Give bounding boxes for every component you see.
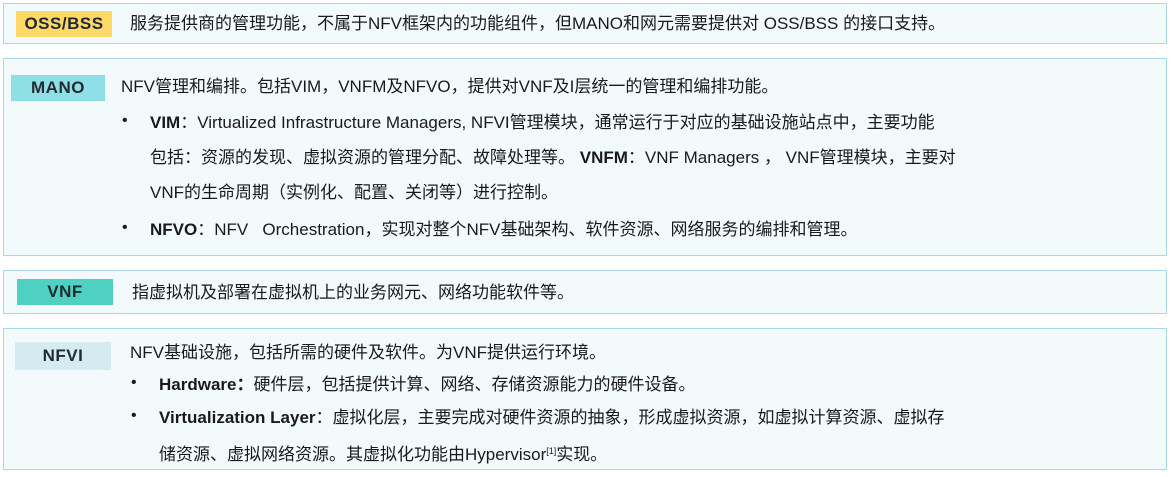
bullet-vim: • [122, 112, 128, 129]
virtualization-text-2a: 储资源、虚拟网络资源。其虚拟化功能由Hypervisor [159, 445, 547, 464]
mano-description: NFV管理和编排。包括VIM，VNFM及NFVO，提供对VNF及I层统一的管理和… [121, 77, 779, 96]
mano-box: MANO NFV管理和编排。包括VIM，VNFM及NFVO，提供对VNF及I层统… [3, 58, 1167, 256]
oss-bss-tag: OSS/BSS [16, 11, 112, 37]
nfvi-tag: NFVI [15, 342, 111, 370]
nfvi-description: NFV基础设施，包括所需的硬件及软件。为VNF提供运行环境。 [130, 343, 606, 362]
vim-text-2a: 包括：资源的发现、虚拟资源的管理分配、故障处理等。 [150, 148, 575, 167]
mano-tag: MANO [11, 75, 105, 101]
oss-bss-description: 服务提供商的管理功能，不属于NFV框架内的功能组件，但MANO和网元需要提供对 … [130, 14, 946, 33]
vnf-description: 指虚拟机及部署在虚拟机上的业务网元、网络功能软件等。 [132, 283, 574, 302]
vim-line-1: VIM：Virtualized Infrastructure Managers,… [150, 113, 935, 133]
virtualization-term: Virtualization Layer [159, 408, 316, 427]
nfvo-term: NFVO [150, 220, 198, 239]
hardware-term: Hardware： [159, 375, 254, 394]
vim-term: VIM [150, 113, 181, 132]
virtualization-line-1: Virtualization Layer：虚拟化层，主要完成对硬件资源的抽象，形… [159, 408, 945, 428]
vim-text-2b: ：VNF Managers ， VNF管理模块，主要对 [627, 148, 956, 167]
vnf-box: VNF 指虚拟机及部署在虚拟机上的业务网元、网络功能软件等。 [3, 270, 1167, 314]
vnf-tag: VNF [17, 279, 113, 305]
virtualization-line-2: 储资源、虚拟网络资源。其虚拟化功能由Hypervisor[1]实现。 [159, 441, 607, 465]
hardware-text: 硬件层，包括提供计算、网络、存储资源能力的硬件设备。 [253, 375, 696, 394]
vim-line-3: VNF的生命周期（实例化、配置、关闭等）进行控制。 [150, 183, 558, 203]
vnfm-term: VNFM [579, 148, 628, 167]
vim-text-1: ：Virtualized Infrastructure Managers, NF… [180, 113, 935, 132]
bullet-hardware: • [131, 374, 137, 391]
virtualization-text-1: ：虚拟化层，主要完成对硬件资源的抽象，形成虚拟资源，如虚拟计算资源、虚拟存 [315, 408, 945, 427]
nfvi-box: NFVI NFV基础设施，包括所需的硬件及软件。为VNF提供运行环境。 • Ha… [3, 328, 1167, 470]
bullet-virtualization: • [131, 407, 137, 424]
nfvo-line: NFVO：NFV Orchestration，实现对整个NFV基础架构、软件资源… [150, 220, 857, 240]
footnote-ref[interactable]: [1] [546, 446, 556, 456]
bullet-nfvo: • [122, 219, 128, 236]
nfvo-text: ：NFV Orchestration，实现对整个NFV基础架构、软件资源、网络服… [197, 220, 858, 239]
hardware-line: Hardware：硬件层，包括提供计算、网络、存储资源能力的硬件设备。 [159, 375, 695, 395]
vim-text-3: VNF的生命周期（实例化、配置、关闭等）进行控制。 [150, 183, 558, 202]
oss-bss-box: OSS/BSS 服务提供商的管理功能，不属于NFV框架内的功能组件，但MANO和… [3, 3, 1167, 44]
vim-line-2: 包括：资源的发现、虚拟资源的管理分配、故障处理等。 VNFM：VNF Manag… [150, 148, 956, 168]
virtualization-text-2b: 实现。 [556, 445, 608, 464]
